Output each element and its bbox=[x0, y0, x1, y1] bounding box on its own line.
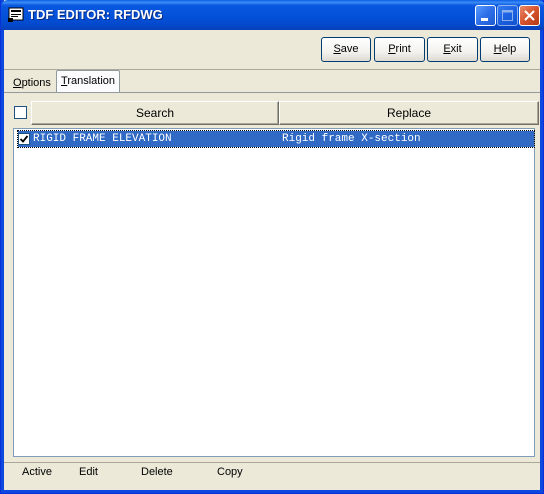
select-all-checkbox[interactable] bbox=[14, 106, 27, 119]
window-frame bbox=[1, 490, 543, 493]
app-window: TDF EDITOR: RFDWG Save Print Exit Help O… bbox=[0, 0, 544, 494]
translation-list[interactable] bbox=[13, 128, 535, 457]
maximize-button[interactable] bbox=[497, 5, 518, 26]
save-button-label: Save bbox=[333, 43, 359, 55]
close-button[interactable] bbox=[519, 5, 540, 26]
help-button-label: Help bbox=[493, 43, 517, 55]
row-checkbox[interactable] bbox=[18, 133, 30, 145]
exit-button[interactable]: Exit bbox=[427, 37, 478, 62]
status-active: Active bbox=[22, 466, 52, 478]
save-button[interactable]: Save bbox=[321, 37, 371, 62]
print-button-label: Print bbox=[388, 43, 411, 55]
tab-strip: Options Translation bbox=[4, 70, 542, 92]
row-search-value: RIGID FRAME ELEVATION bbox=[33, 133, 172, 145]
print-button[interactable]: Print bbox=[374, 37, 425, 62]
title-bar[interactable]: TDF EDITOR: RFDWG bbox=[1, 0, 544, 30]
exit-button-label: Exit bbox=[443, 43, 462, 55]
app-icon bbox=[8, 7, 24, 22]
tab-translation[interactable]: Translation bbox=[56, 70, 121, 92]
window-title: TDF EDITOR: RFDWG bbox=[28, 7, 163, 22]
minimize-icon bbox=[481, 18, 488, 21]
status-delete: Delete bbox=[141, 466, 173, 478]
help-button[interactable]: Help bbox=[480, 37, 530, 62]
maximize-icon bbox=[502, 10, 513, 21]
close-icon bbox=[524, 10, 535, 21]
checkmark-icon bbox=[19, 135, 29, 143]
row-replace-value: Rigid frame X-section bbox=[282, 133, 421, 145]
minimize-button[interactable] bbox=[475, 5, 496, 26]
status-copy: Copy bbox=[217, 466, 243, 478]
tab-options[interactable]: Options bbox=[9, 74, 55, 94]
column-header-search[interactable]: Search bbox=[31, 101, 279, 125]
status-edit: Edit bbox=[79, 466, 98, 478]
toolbar: Save Print Exit Help bbox=[4, 30, 542, 70]
column-header-replace[interactable]: Replace bbox=[279, 101, 539, 125]
